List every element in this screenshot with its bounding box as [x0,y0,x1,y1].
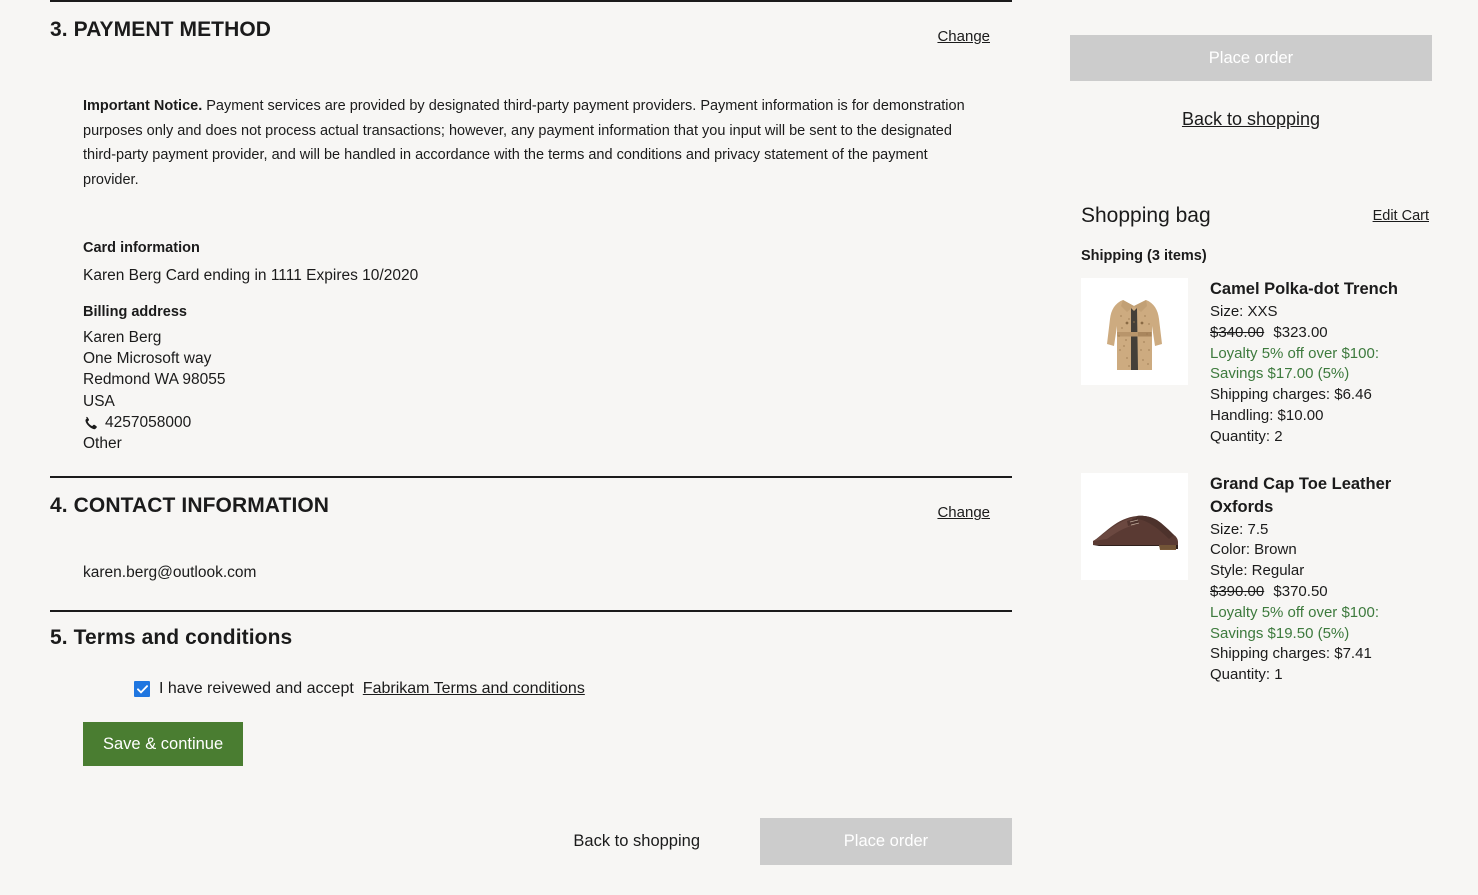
terms-header-row: 5. Terms and conditions [50,612,1012,658]
bottom-back-to-shopping-link[interactable]: Back to shopping [573,832,700,851]
billing-street: One Microsoft way [83,348,1012,369]
oxford-shoe-image[interactable] [1081,473,1188,580]
card-summary: Karen Berg Card ending in 1111 Expires 1… [83,265,1012,286]
contact-change-link[interactable]: Change [937,504,990,521]
cart-item-details: Grand Cap Toe Leather Oxfords Size: 7.5 … [1210,473,1425,686]
terms-section-label: Terms and conditions [74,626,293,649]
cart-item-shipping-charges: Shipping charges: $6.46 [1210,385,1425,406]
cart-item-original-price: $390.00 [1210,583,1264,600]
cart-item[interactable]: Grand Cap Toe Leather Oxfords Size: 7.5 … [1081,473,1432,686]
payment-header-row: 3. PAYMENT METHOD Change [50,2,1012,56]
terms-accept-checkbox[interactable] [134,681,150,697]
billing-phone-row: 4257058000 [83,412,1012,433]
cart-item-savings: Savings $17.00 (5%) [1210,364,1425,385]
contact-header-row: 4. CONTACT INFORMATION Change [50,478,1012,532]
cart-item-quantity: Quantity: 1 [1210,665,1425,686]
contact-section-number: 4. [50,494,68,517]
cart-item-color: Color: Brown [1210,540,1425,561]
billing-address-block: Karen Berg One Microsoft way Redmond WA … [83,327,1012,454]
important-notice-body: Payment services are provided by designa… [83,98,965,188]
billing-name: Karen Berg [83,327,1012,348]
order-summary-sidebar: Place order Back to shopping Shopping ba… [1070,0,1432,686]
important-notice-label: Important Notice. [83,98,202,114]
cart-item-current-price: $370.50 [1273,583,1327,600]
cart-item-details: Camel Polka-dot Trench Size: XXS $340.00… [1210,278,1425,448]
cart-item-savings: Savings $19.50 (5%) [1210,624,1425,645]
section-payment-method: 3. PAYMENT METHOD Change Important Notic… [50,2,1012,476]
cart-item-loyalty-label: Loyalty 5% off over $100: [1210,344,1425,365]
cart-item-name: Camel Polka-dot Trench [1210,278,1425,301]
cart-item-name: Grand Cap Toe Leather Oxfords [1210,473,1425,519]
sidebar-back-to-shopping-link[interactable]: Back to shopping [1070,109,1432,130]
checkmark-icon [137,685,148,694]
terms-accept-text: I have reivewed and accept [159,680,354,698]
cart-item-size: Size: XXS [1210,302,1425,323]
contact-section-title: 4. CONTACT INFORMATION [50,494,329,518]
section-contact-information: 4. CONTACT INFORMATION Change karen.berg… [50,478,1012,610]
billing-address-label: Billing address [83,304,1012,320]
payment-change-link[interactable]: Change [937,28,990,45]
contact-email: karen.berg@outlook.com [83,564,1012,582]
terms-accept-row: I have reivewed and accept Fabrikam Term… [134,680,1012,698]
bottom-place-order-button[interactable]: Place order [760,818,1012,865]
save-and-continue-button[interactable]: Save & continue [83,722,243,766]
bottom-action-bar: Back to shopping Place order [50,818,1012,865]
terms-section-title: 5. Terms and conditions [50,626,292,650]
shopping-bag-title: Shopping bag [1081,204,1211,228]
section-terms-and-conditions: 5. Terms and conditions I have reivewed … [50,612,1012,766]
edit-cart-link[interactable]: Edit Cart [1373,208,1429,224]
shopping-bag-header: Shopping bag Edit Cart [1070,204,1432,234]
cart-item-size: Size: 7.5 [1210,520,1425,541]
contact-section-label: CONTACT INFORMATION [74,494,329,517]
payment-section-title: 3. PAYMENT METHOD [50,18,271,42]
cart-item-style: Style: Regular [1210,561,1425,582]
cart-item-shipping-charges: Shipping charges: $7.41 [1210,644,1425,665]
cart-item-price-row: $390.00 $370.50 [1210,582,1425,603]
billing-city-state-zip: Redmond WA 98055 [83,369,1012,390]
payment-section-number: 3. [50,18,68,41]
billing-country: USA [83,391,1012,412]
cart-item[interactable]: Camel Polka-dot Trench Size: XXS $340.00… [1081,278,1432,448]
checkout-main-column: 3. PAYMENT METHOD Change Important Notic… [50,0,1012,766]
shipping-items-count: Shipping (3 items) [1081,248,1432,264]
billing-phone-type: Other [83,433,1012,454]
terms-section-number: 5. [50,626,68,649]
cart-item-price-row: $340.00 $323.00 [1210,323,1425,344]
trench-coat-image[interactable] [1081,278,1188,385]
fabrikam-terms-link[interactable]: Fabrikam Terms and conditions [363,680,585,698]
checkout-page: 3. PAYMENT METHOD Change Important Notic… [0,0,1478,895]
billing-phone-number: 4257058000 [105,412,191,433]
cart-item-original-price: $340.00 [1210,324,1264,341]
payment-section-label: PAYMENT METHOD [74,18,271,41]
cart-item-current-price: $323.00 [1273,324,1327,341]
phone-icon [83,416,98,431]
sidebar-place-order-button[interactable]: Place order [1070,35,1432,81]
cart-item-loyalty-label: Loyalty 5% off over $100: [1210,603,1425,624]
card-information-label: Card information [83,240,1012,256]
important-notice: Important Notice. Payment services are p… [83,94,981,192]
cart-item-handling: Handling: $10.00 [1210,406,1425,427]
cart-item-quantity: Quantity: 2 [1210,427,1425,448]
